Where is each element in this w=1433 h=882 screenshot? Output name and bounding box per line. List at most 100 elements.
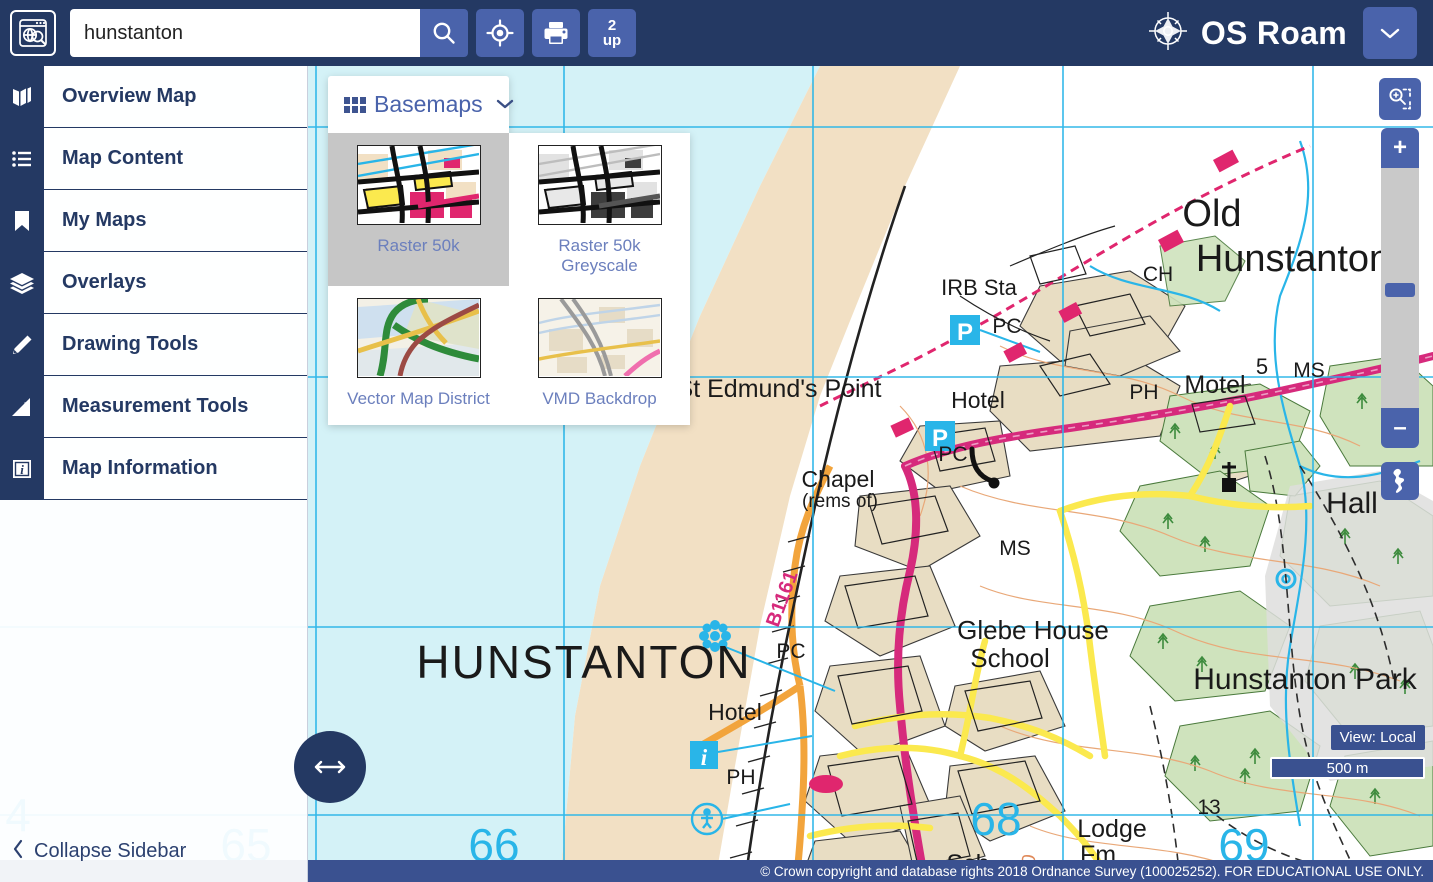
bookmark-icon xyxy=(0,190,44,251)
app-title: OS Roam xyxy=(1200,14,1347,51)
map-label: PH xyxy=(1129,381,1158,404)
zoom-slider-track[interactable] xyxy=(1381,168,1419,408)
svg-text:i: i xyxy=(701,745,708,770)
basemap-option-raster-50k[interactable]: Raster 50k xyxy=(328,133,509,286)
map-label: Motel xyxy=(1184,371,1245,399)
map-label: Chapel xyxy=(802,466,875,492)
sidebar-empty-area xyxy=(0,500,307,820)
sidebar-item-label: Overlays xyxy=(62,271,147,293)
sidebar-item-label: Drawing Tools xyxy=(62,333,199,355)
map-label: School xyxy=(970,643,1050,673)
chevron-down-icon[interactable] xyxy=(495,93,515,116)
map-label: Hunstanton xyxy=(1196,238,1390,280)
map-label: CH xyxy=(1143,263,1173,286)
great-britain-outline-icon xyxy=(1393,468,1405,493)
map-label: Hotel xyxy=(951,387,1005,413)
svg-text:i: i xyxy=(20,462,24,477)
map-label: St Edmund's Point xyxy=(677,375,882,403)
basemaps-toggle[interactable]: Basemaps xyxy=(328,76,513,133)
attribution-text: © Crown copyright and database rights 20… xyxy=(760,863,1424,879)
sidebar-nav-list: Overview Map Map Content My Maps Overlay… xyxy=(0,66,307,500)
sidebar-item-label: Map Content xyxy=(62,147,184,169)
info-card-icon: i xyxy=(0,438,44,499)
raster-50k-greyscale-thumb xyxy=(537,145,662,225)
basemaps-options: Raster 50k Raster 50k Greyscale Vector M… xyxy=(328,133,690,425)
sidebar-resize-handle[interactable] xyxy=(294,731,366,803)
sidebar-item-map-content[interactable]: Map Content xyxy=(0,128,307,190)
map-label: Hunstanton Park xyxy=(1193,663,1417,696)
folded-map-icon xyxy=(0,66,44,127)
zoom-slider-thumb[interactable] xyxy=(1385,283,1415,297)
two-up-unit: up xyxy=(602,32,622,49)
basemaps-title: Basemaps xyxy=(374,91,483,117)
sidebar-item-label: Measurement Tools xyxy=(62,395,249,417)
sidebar-item-my-maps[interactable]: My Maps xyxy=(0,190,307,252)
sidebar-item-overlays[interactable]: Overlays xyxy=(0,252,307,314)
basemap-option-label: Raster 50k Greyscale xyxy=(558,236,641,275)
zoom-to-area-icon xyxy=(1389,88,1411,110)
sidebar-item-label: My Maps xyxy=(62,209,147,231)
app-header: 2 up OS Roam xyxy=(0,0,1433,66)
compass-rose-icon xyxy=(1147,10,1189,57)
printer-icon xyxy=(544,22,568,44)
print-button[interactable] xyxy=(532,9,580,57)
map-label: PC xyxy=(776,640,805,663)
sidebar-item-label: Overview Map xyxy=(62,85,197,107)
pencil-icon xyxy=(0,314,44,375)
raster-50k-thumb xyxy=(356,145,481,225)
map-label: Hotel xyxy=(708,699,762,725)
basemap-option-vector-map-district[interactable]: Vector Map District xyxy=(328,286,509,419)
basemap-option-label: Vector Map District xyxy=(347,389,490,408)
map-label: Old xyxy=(1182,193,1241,235)
vmd-backdrop-thumb xyxy=(537,298,662,378)
sidebar-item-label: Map Information xyxy=(62,457,218,479)
map-label: HUNSTANTON xyxy=(416,636,751,688)
search-input[interactable] xyxy=(70,9,420,57)
chevron-down-icon xyxy=(1380,28,1400,39)
vector-map-district-thumb xyxy=(356,298,481,378)
sidebar: Overview Map Map Content My Maps Overlay… xyxy=(0,66,308,882)
zoom-in-button[interactable]: + xyxy=(1381,128,1419,168)
grid-squares-icon xyxy=(344,96,366,113)
set-square-ruler-icon xyxy=(0,376,44,437)
locate-button[interactable] xyxy=(476,9,524,57)
search-bar: 2 up xyxy=(70,9,636,57)
map-label: PH xyxy=(726,766,755,789)
crosshair-locate-icon xyxy=(486,19,514,47)
two-up-count: 2 xyxy=(607,16,617,34)
view-scope-badge: View: Local xyxy=(1330,725,1425,750)
collapse-sidebar-button[interactable]: Collapse Sidebar xyxy=(0,820,307,882)
map-label: Glebe House xyxy=(957,615,1109,645)
great-britain-extent-button[interactable] xyxy=(1381,462,1419,500)
map-label: MS xyxy=(999,537,1031,560)
two-up-button[interactable]: 2 up xyxy=(588,9,636,57)
map-label: Lodge xyxy=(1077,815,1147,843)
sidebar-item-overview-map[interactable]: Overview Map xyxy=(0,66,307,128)
sidebar-item-map-information[interactable]: i Map Information xyxy=(0,438,307,500)
scale-bar: 500 m xyxy=(1270,757,1425,779)
chevron-left-icon xyxy=(12,839,24,863)
grid-reference-label: 68 xyxy=(970,793,1021,845)
zoom-to-area-button[interactable] xyxy=(1379,78,1421,120)
map-browser-icon[interactable] xyxy=(10,10,56,56)
map-label: Hall xyxy=(1326,487,1378,520)
collapse-sidebar-label: Collapse Sidebar xyxy=(34,839,187,862)
basemaps-panel: Basemaps Raster 50k Raster 50k Greyscale… xyxy=(328,76,690,425)
map-label: MS xyxy=(1293,359,1325,382)
map-label: PC xyxy=(992,315,1021,338)
horizontal-resize-arrows-icon xyxy=(314,760,346,774)
svg-text:P: P xyxy=(957,319,973,346)
sidebar-item-drawing-tools[interactable]: Drawing Tools xyxy=(0,314,307,376)
sidebar-item-measurement-tools[interactable]: Measurement Tools xyxy=(0,376,307,438)
search-button[interactable] xyxy=(420,9,468,57)
basemap-option-raster-50k-greyscale[interactable]: Raster 50k Greyscale xyxy=(509,133,690,286)
map-label: (rems of) xyxy=(802,491,878,512)
map-label: 13 xyxy=(1197,796,1220,819)
layers-icon xyxy=(0,252,44,313)
header-menu-button[interactable] xyxy=(1363,7,1417,59)
zoom-slider[interactable]: + – xyxy=(1381,128,1419,448)
map-label: IRB Sta xyxy=(941,275,1018,300)
zoom-out-button[interactable]: – xyxy=(1381,408,1419,448)
basemap-option-vmd-backdrop[interactable]: VMD Backdrop xyxy=(509,286,690,419)
map-label: 5 xyxy=(1256,354,1268,379)
